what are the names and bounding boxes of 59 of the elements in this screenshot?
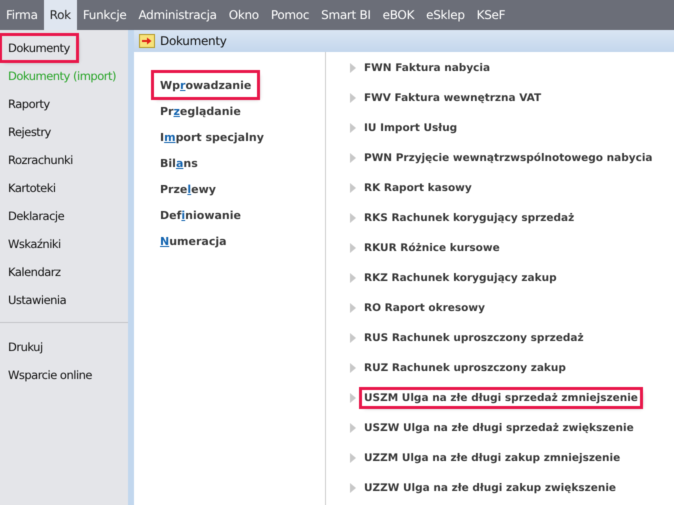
menu-item[interactable]: Rok [44,0,77,30]
sidebar-item[interactable]: Deklaracje [2,202,70,230]
sidebar-item[interactable]: Rozrachunki [2,146,79,174]
menu-item[interactable]: Pomoc [264,0,316,30]
document-type-link[interactable]: RKS Rachunek korygujący sprzedaż [362,210,576,226]
panel-title: Dokumenty [160,34,227,48]
sidebar-item[interactable]: Drukuj [2,333,49,361]
triangle-icon [350,393,356,403]
document-type-link[interactable]: RO Raport okresowy [362,300,487,316]
sidebar-item[interactable]: Wsparcie online [2,361,98,389]
triangle-icon [350,303,356,313]
document-type-link[interactable]: RKZ Rachunek korygujący zakup [362,270,559,286]
document-type-link[interactable]: USZM Ulga na złe długi sprzedaż zmniejszenie [362,390,640,406]
document-type-link[interactable]: USZW Ulga na złe długi sprzedaż zwiększenie [362,420,636,436]
menu-item[interactable]: Okno [222,0,265,30]
triangle-icon [350,453,356,463]
triangle-icon [350,123,356,133]
document-type-link[interactable]: RUZ Rachunek uproszczony zakup [362,360,568,376]
triangle-icon [350,333,356,343]
triangle-icon [350,93,356,103]
action-link[interactable]: Przeglądanie [154,98,247,124]
action-link[interactable]: Numeracja [154,228,233,254]
triangle-icon [350,243,356,253]
triangle-icon [350,273,356,283]
triangle-icon [350,363,356,373]
triangle-icon [350,423,356,433]
triangle-icon [350,483,356,493]
action-link[interactable]: Definiowanie [154,202,247,228]
document-type-link[interactable]: FWN Faktura nabycia [362,60,492,76]
menu-item[interactable]: Smart BI [315,0,377,30]
menu-item[interactable]: Funkcje [76,0,132,30]
document-type-link[interactable]: RK Raport kasowy [362,180,474,196]
sidebar-item[interactable]: Dokumenty [2,36,76,60]
triangle-icon [350,153,356,163]
sidebar-item[interactable]: Ustawienia [2,286,72,314]
sidebar-item[interactable]: Wskaźniki [2,230,67,258]
sidebar-item[interactable]: Kalendarz [2,258,67,286]
document-type-link[interactable]: PWN Przyjęcie wewnątrzwspólnotowego nabycia [362,150,654,166]
document-type-link[interactable]: RUS Rachunek uproszczony sprzedaż [362,330,586,346]
menu-item[interactable]: Firma [0,0,44,30]
document-type-link[interactable]: UZZM Ulga na złe długi zakup zmniejszenie [362,450,622,466]
sidebar-item[interactable]: Kartoteki [2,174,62,202]
action-link[interactable]: Wprowadzanie [154,73,258,97]
triangle-icon [350,63,356,73]
sidebar-item[interactable]: Rejestry [2,118,57,146]
menu-item[interactable]: eSklep [420,0,471,30]
triangle-icon [350,213,356,223]
menu-item[interactable]: Administracja [132,0,223,30]
menu-item[interactable]: eBOK [376,0,420,30]
document-type-link[interactable]: UZZW Ulga na złe długi zakup zwiększenie [362,480,618,496]
sidebar-item[interactable]: Raporty [2,90,56,118]
menu-item[interactable]: KSeF [470,0,512,30]
document-type-link[interactable]: RKUR Różnice kursowe [362,240,502,256]
action-link[interactable]: Import specjalny [154,124,270,150]
action-link[interactable]: Bilans [154,150,204,176]
triangle-icon [350,183,356,193]
action-link[interactable]: Przelewy [154,176,222,202]
document-type-link[interactable]: IU Import Usług [362,120,460,136]
document-type-link[interactable]: FWV Faktura wewnętrzna VAT [362,90,544,106]
